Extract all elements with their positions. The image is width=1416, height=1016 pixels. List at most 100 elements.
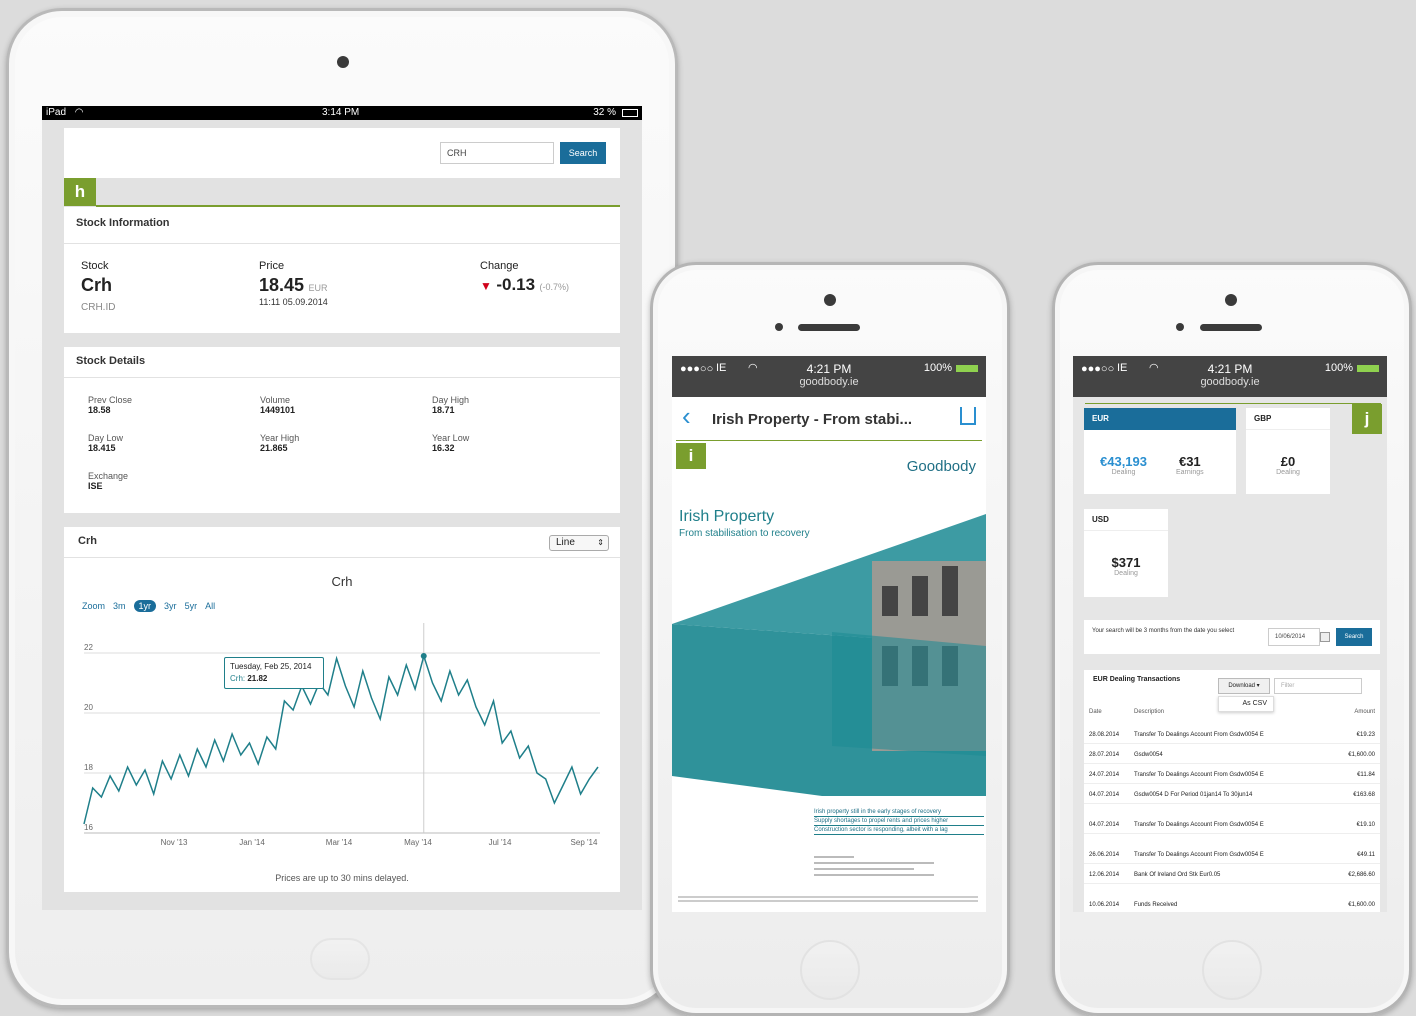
- table-row[interactable]: 04.07.2014 Transfer To Dealings Account F…: [1084, 820, 1380, 834]
- chart-type-select[interactable]: Line ⇕: [549, 535, 609, 551]
- back-chevron-icon[interactable]: ‹: [682, 401, 691, 432]
- cell-desc: Bank Of Ireland Ord Stk Eur0.05: [1134, 872, 1221, 878]
- detail-label: Year High: [260, 433, 300, 443]
- section-badge: i: [676, 443, 706, 469]
- delay-note: Prices are up to 30 mins delayed.: [275, 873, 409, 883]
- zoom-3m[interactable]: 3m: [113, 601, 126, 611]
- section-badge: h: [64, 178, 96, 206]
- table-row[interactable]: 04.07.2014 Gsdw0054 D For Period 01jan14 …: [1084, 790, 1380, 804]
- detail-value: 18.415: [88, 443, 116, 453]
- ipad-screen: iPad ◠ 3:14 PM 32 % CRH Search h Stock I…: [42, 106, 642, 910]
- eur-tab: EUR: [1084, 408, 1236, 430]
- search-hint: Your search will be 3 months from the da…: [1092, 628, 1235, 634]
- cell-amount: €19.23: [1356, 732, 1375, 738]
- cell-amount: €1,600.00: [1348, 902, 1375, 908]
- zoom-5yr[interactable]: 5yr: [185, 601, 198, 611]
- stock-label: Stock: [81, 260, 109, 272]
- detail-item: Year High 21.865: [260, 433, 299, 453]
- csv-download-option[interactable]: As CSV: [1218, 696, 1274, 712]
- eur-dealing: €43,193 Dealing: [1100, 454, 1147, 476]
- download-button[interactable]: Download ▾: [1218, 678, 1270, 694]
- x-tick-label: Mar '14: [326, 838, 353, 847]
- detail-value: ISE: [88, 481, 103, 491]
- table-row[interactable]: 12.06.2014 Bank Of Ireland Ord Stk Eur0.0…: [1084, 870, 1380, 884]
- cell-amount: €49.11: [1357, 852, 1375, 858]
- zoom-1yr[interactable]: 1yr: [133, 600, 157, 612]
- x-tick-label: Nov '13: [161, 838, 188, 847]
- battery-label: 32 %: [593, 107, 616, 118]
- usd-account-card[interactable]: USD $371 Dealing: [1084, 509, 1168, 597]
- chart-tooltip: Tuesday, Feb 25, 2014 Crh: 21.82: [224, 657, 324, 689]
- document-title: Irish Property - From stabi...: [712, 411, 913, 428]
- chart-title: Crh: [331, 574, 353, 589]
- report-cover-graphic: [672, 514, 986, 796]
- table-row[interactable]: 10.06.2014 Funds Received €1,600.00: [1084, 900, 1380, 912]
- zoom-3yr[interactable]: 3yr: [164, 601, 177, 611]
- change-percent: (-0.7%): [539, 282, 570, 292]
- x-tick-label: Jan '14: [239, 838, 265, 847]
- search-header: CRH Search: [64, 128, 620, 178]
- stock-search-input[interactable]: CRH: [440, 142, 554, 164]
- transactions-title: EUR Dealing Transactions: [1093, 676, 1181, 683]
- divider: [64, 557, 620, 558]
- cell-date: 26.06.2014: [1089, 852, 1120, 858]
- url-label: goodbody.ie: [1200, 376, 1260, 388]
- col-amount: Amount: [1354, 709, 1375, 715]
- usd-dealing: $371 Dealing: [1084, 555, 1168, 577]
- tooltip-date: Tuesday, Feb 25, 2014: [230, 662, 312, 671]
- iphone-1-status-bar: ●●●○○ IE ◠ 4:21 PM goodbody.ie 100%: [672, 356, 986, 397]
- detail-label: Volume: [260, 395, 291, 405]
- usd-dealing-label: Dealing: [1114, 570, 1138, 577]
- table-row[interactable]: 28.08.2014 Transfer To Dealings Account F…: [1084, 730, 1380, 744]
- x-tick-label: Sep '14: [571, 838, 598, 847]
- eur-account-card[interactable]: EUR €43,193 Dealing €31 Earnings: [1084, 408, 1236, 494]
- report-bullets: Irish property still in the early stages…: [814, 808, 984, 835]
- carrier-label: iPad: [46, 107, 67, 118]
- table-row[interactable]: 26.06.2014 Transfer To Dealings Account F…: [1084, 850, 1380, 864]
- ipad-home-button[interactable]: [310, 938, 370, 980]
- gbp-account-card[interactable]: GBP £0 Dealing: [1246, 408, 1330, 494]
- iphone-2-sensor: [1176, 323, 1184, 331]
- cell-desc: Gsdw0054 D For Period 01jan14 To 30jun14: [1134, 792, 1253, 798]
- down-arrow-icon: ▼: [480, 279, 492, 293]
- zoom-all[interactable]: All: [205, 601, 215, 611]
- table-row[interactable]: 28.07.2014 Gsdw0054 €1,600.00: [1084, 750, 1380, 764]
- wifi-icon: ◠: [74, 107, 84, 118]
- col-description: Description: [1134, 709, 1165, 715]
- date-search-button[interactable]: Search: [1336, 628, 1372, 646]
- cell-amount: €163.68: [1353, 792, 1375, 798]
- detail-item: Exchange ISE: [88, 471, 128, 491]
- date-input[interactable]: 10/06/2014: [1268, 628, 1320, 646]
- detail-item: Day High 18.71: [432, 395, 469, 415]
- battery-label: 100%: [923, 362, 952, 374]
- select-arrows-icon: ⇕: [597, 538, 604, 547]
- share-icon[interactable]: [960, 407, 976, 425]
- report-contacts: [814, 852, 964, 886]
- report-disclaimer: [678, 896, 978, 902]
- zoom-label: Zoom: [82, 601, 106, 611]
- detail-value: 18.71: [432, 405, 455, 415]
- stock-details-card: Stock Details Prev Close 18.58 Volume 14491…: [64, 347, 620, 513]
- filter-input[interactable]: Filter: [1274, 678, 1362, 694]
- iphone-2-home-button[interactable]: [1202, 940, 1262, 1000]
- eur-earnings-value: €31: [1178, 454, 1201, 469]
- cell-date: 24.07.2014: [1089, 772, 1120, 778]
- calendar-icon[interactable]: [1320, 632, 1330, 642]
- x-tick-label: May '14: [404, 838, 432, 847]
- price-chart[interactable]: 16 18 20 22 Nov '13 Jan '14 Mar '14 May '14 Jul …: [64, 613, 620, 853]
- search-button[interactable]: Search: [560, 142, 606, 164]
- price-value: 18.45: [259, 275, 305, 295]
- gbp-tab: GBP: [1246, 408, 1330, 430]
- iphone-1-home-button[interactable]: [800, 940, 860, 1000]
- change-value: -0.13: [496, 275, 536, 294]
- detail-item: Day Low 18.415: [88, 433, 123, 453]
- iphone-1-screen: ●●●○○ IE ◠ 4:21 PM goodbody.ie 100% ‹ Ir…: [672, 356, 986, 912]
- battery-label: 100%: [1324, 362, 1353, 374]
- iphone-2-speaker: [1200, 324, 1262, 331]
- table-row[interactable]: 24.07.2014 Transfer To Dealings Account F…: [1084, 770, 1380, 784]
- battery-icon: [622, 109, 638, 117]
- iphone-2-camera: [1225, 294, 1237, 306]
- eur-earnings: €31 Earnings: [1176, 454, 1204, 476]
- cell-date: 10.06.2014: [1089, 902, 1120, 908]
- cell-desc: Funds Received: [1134, 902, 1178, 908]
